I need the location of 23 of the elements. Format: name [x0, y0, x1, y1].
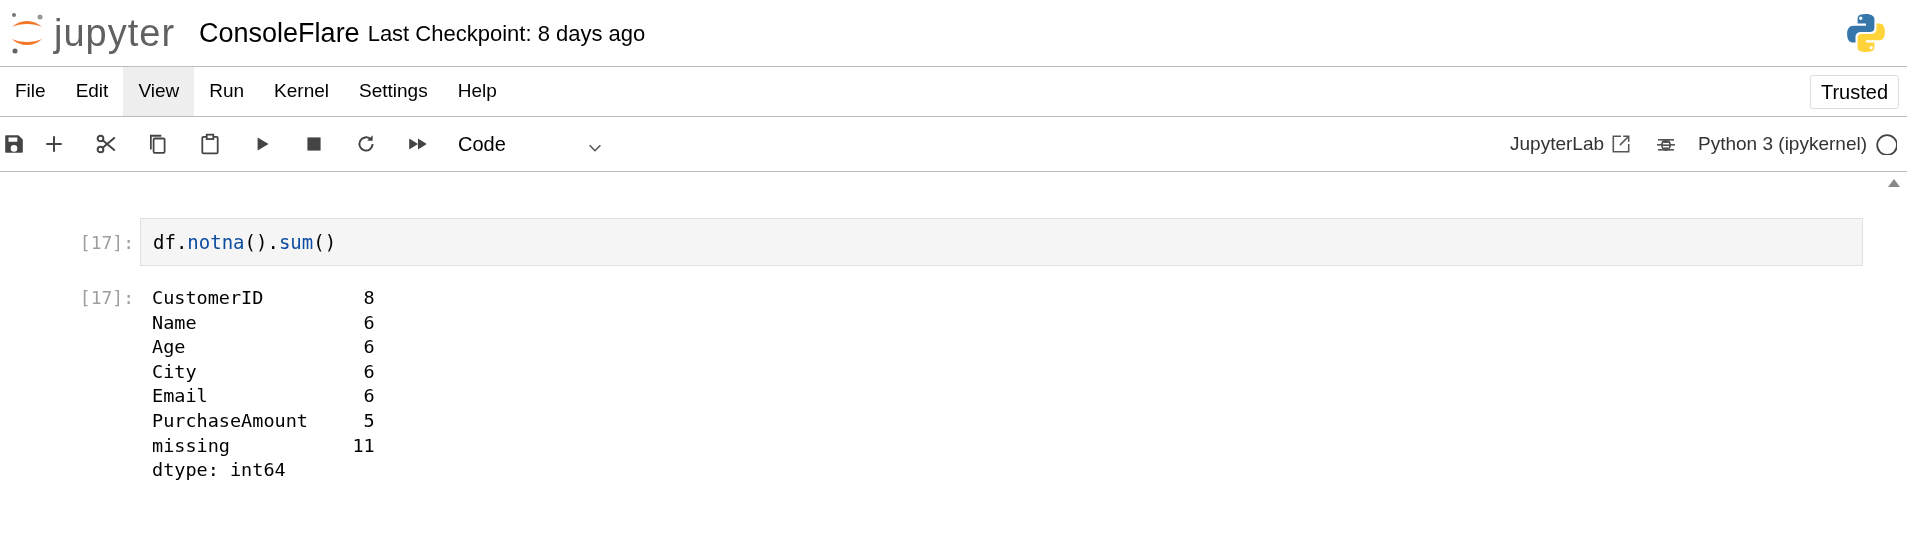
output-text: CustomerID 8 Name 6 Age 6 City 6 Email 6 PurchaseAmount 5 missing 11 dtype: int64	[151, 286, 375, 483]
menu-item[interactable]: Run	[194, 67, 260, 116]
output-prompt: [17]:	[78, 286, 135, 310]
checkpoint-text: Last Checkpoint: 8 days ago	[367, 19, 646, 48]
input-prompt: [17]:	[78, 230, 135, 255]
logo-text: jupyter	[54, 14, 176, 52]
plus-icon	[43, 133, 65, 155]
code-input[interactable]: df.notna().sum()	[140, 218, 1863, 266]
cell-type-dropdown[interactable]: Code	[458, 124, 608, 164]
menu-item[interactable]: View	[123, 67, 195, 116]
save-icon	[3, 133, 25, 155]
kernel-name[interactable]: Python 3 (ipykernel)	[1698, 129, 1867, 159]
menu-item[interactable]: Help	[442, 67, 512, 116]
python-logo-icon	[1845, 12, 1887, 54]
menu-item[interactable]: File	[0, 67, 61, 116]
menu-item[interactable]: Kernel	[259, 67, 344, 116]
jupyterlab-link[interactable]: JupyterLab	[1510, 129, 1633, 159]
clipboard-icon	[199, 133, 221, 155]
menu-item[interactable]: Edit	[60, 67, 124, 116]
notebook-title[interactable]: ConsoleFlare	[199, 12, 360, 54]
trusted-indicator[interactable]: Trusted	[1809, 74, 1899, 109]
scissors-icon	[95, 133, 117, 155]
menu-item[interactable]: Settings	[344, 67, 443, 116]
